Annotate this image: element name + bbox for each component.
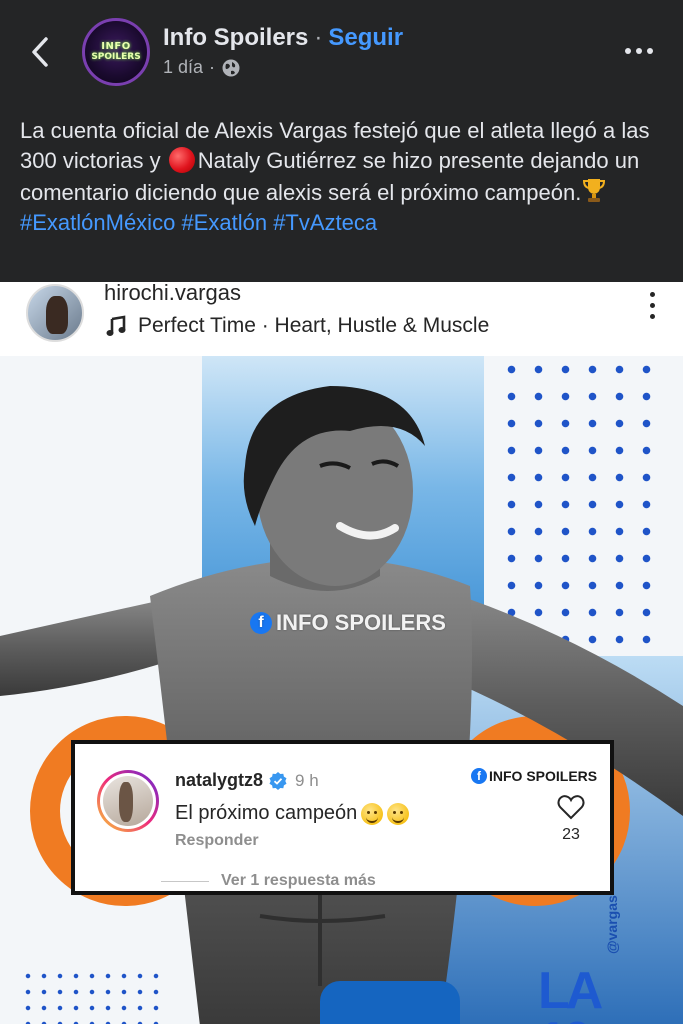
athlete-photo <box>0 386 683 1024</box>
watermark: f INFO SPOILERS <box>250 610 446 636</box>
reply-button: Responder <box>175 832 259 849</box>
meta-separator: · <box>209 57 216 77</box>
divider <box>161 881 209 882</box>
music-note-icon <box>106 315 126 336</box>
page-title: Info Spoilers · Seguir <box>163 24 403 52</box>
post-meta: 1 día · <box>163 57 241 78</box>
facebook-icon: f <box>250 612 272 634</box>
avatar-logo-text-2: SPOILERS <box>91 52 141 62</box>
avatar-logo-text: INFO <box>101 41 131 52</box>
ig-song-title: Perfect Time · Heart, Hustle & Muscle <box>138 314 490 337</box>
like-count: 23 <box>562 826 580 843</box>
ig-song: Perfect Time · Heart, Hustle & Muscle <box>106 314 489 338</box>
hand-over-mouth-emoji-icon <box>361 802 384 825</box>
ig-avatar <box>26 284 84 342</box>
hashtag-exatlon-mexico[interactable]: #ExatlónMéxico <box>20 210 175 235</box>
post-time[interactable]: 1 día <box>163 57 203 78</box>
comment-header: natalygtz8 9 h <box>175 770 319 791</box>
ig-username: hirochi.vargas <box>104 282 241 305</box>
verified-badge-icon <box>269 771 287 790</box>
follow-button[interactable]: Seguir <box>328 24 403 51</box>
kebab-dot <box>650 303 655 308</box>
hashtag-tvazteca[interactable]: #TvAzteca <box>273 210 377 235</box>
comment-watermark: f INFO SPOILERS <box>471 768 597 784</box>
hashtags: #ExatlónMéxico #Exatlón #TvAzteca <box>20 210 377 235</box>
ig-more-vertical-icon <box>650 292 655 319</box>
back-button[interactable] <box>22 32 58 72</box>
more-horizontal-icon <box>625 48 631 54</box>
red-circle-emoji-icon <box>168 147 195 173</box>
comment-card: natalygtz8 9 h El próximo campeón Respon… <box>71 740 614 895</box>
watermark-text: INFO SPOILERS <box>276 610 446 635</box>
comment-text-row: El próximo campeón <box>175 802 410 825</box>
more-dot <box>636 48 642 54</box>
commenter-username: natalygtz8 <box>175 770 264 790</box>
heart-icon <box>557 795 585 820</box>
comment-watermark-text: INFO SPOILERS <box>489 768 598 784</box>
comment-text: El próximo campeón <box>175 802 358 824</box>
page-avatar[interactable]: INFO SPOILERS <box>82 18 150 86</box>
kebab-dot <box>650 314 655 319</box>
athlete-poster: f INFO SPOILERS LA10 @vargas <box>0 356 683 1024</box>
facebook-icon: f <box>471 768 487 784</box>
kebab-dot <box>650 292 655 297</box>
more-dot <box>647 48 653 54</box>
athlete-shorts <box>320 981 460 1024</box>
page-name-link[interactable]: Info Spoilers <box>163 24 308 51</box>
poster-side-text: @vargas <box>604 895 620 954</box>
post-image[interactable]: hirochi.vargas Perfect Time · Heart, Hus… <box>0 282 683 1024</box>
post-caption: La cuenta oficial de Alexis Vargas feste… <box>20 116 668 238</box>
smiling-emoji-icon <box>387 802 410 825</box>
post-header: INFO SPOILERS Info Spoilers · Seguir 1 día… <box>0 0 683 108</box>
commenter-avatar <box>97 770 159 832</box>
globe-icon <box>222 59 240 76</box>
more-options-button[interactable] <box>619 36 659 66</box>
comment-time: 9 h <box>295 770 319 790</box>
separator: · <box>314 24 323 51</box>
hashtag-exatlon[interactable]: #Exatlón <box>181 210 267 235</box>
chevron-left-icon <box>32 37 48 67</box>
poster-big-letters: LA10 <box>538 962 603 1024</box>
view-more-replies: Ver 1 respuesta más <box>221 872 376 889</box>
trophy-emoji-icon <box>583 179 606 202</box>
